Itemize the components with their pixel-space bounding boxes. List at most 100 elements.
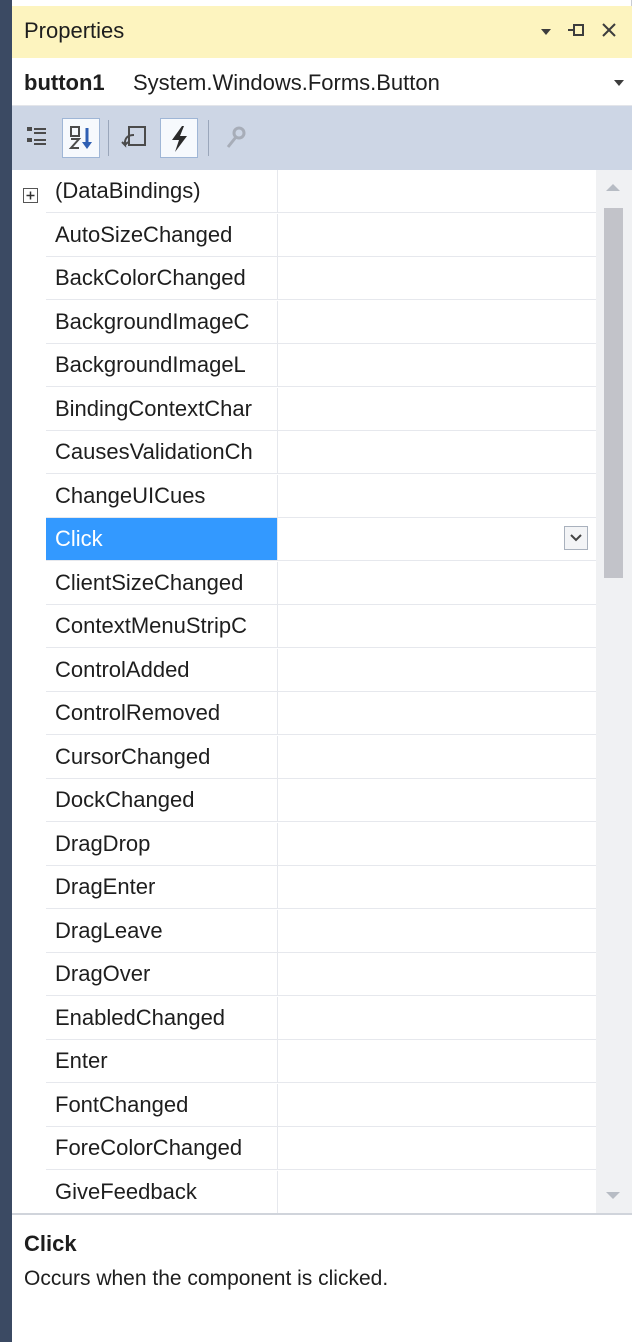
pin-icon[interactable]	[564, 16, 590, 46]
property-value[interactable]	[278, 692, 596, 734]
property-value[interactable]	[278, 605, 596, 647]
property-value[interactable]	[278, 431, 596, 473]
property-name[interactable]: DragOver	[46, 953, 278, 995]
property-pages-button[interactable]	[216, 118, 254, 158]
property-value[interactable]	[278, 1040, 596, 1082]
property-name[interactable]: CursorChanged	[46, 736, 278, 778]
scroll-thumb[interactable]	[604, 208, 623, 578]
dropdown-icon[interactable]	[533, 16, 559, 46]
property-value[interactable]	[278, 866, 596, 908]
property-row[interactable]: DragLeave	[46, 910, 596, 953]
events-button[interactable]	[160, 118, 198, 158]
property-row[interactable]: CausesValidationCh	[46, 431, 596, 474]
property-name[interactable]: FontChanged	[46, 1084, 278, 1126]
property-row[interactable]: BackgroundImageC	[46, 301, 596, 344]
scroll-down-icon[interactable]	[606, 1192, 620, 1199]
close-icon[interactable]	[596, 16, 622, 46]
description-pane: Click Occurs when the component is click…	[12, 1213, 632, 1342]
property-value[interactable]	[278, 823, 596, 865]
property-row[interactable]: Enter	[46, 1040, 596, 1083]
property-value[interactable]	[278, 388, 596, 430]
property-name[interactable]: BackColorChanged	[46, 257, 278, 299]
window-edge	[0, 0, 12, 1342]
property-row[interactable]: DragOver	[46, 953, 596, 996]
property-value[interactable]	[278, 344, 596, 386]
property-value[interactable]	[278, 779, 596, 821]
property-name[interactable]: BackgroundImageC	[46, 301, 278, 343]
property-row[interactable]: ControlRemoved	[46, 692, 596, 735]
chevron-down-icon[interactable]	[614, 80, 624, 86]
toolbar	[12, 106, 632, 170]
property-name[interactable]: DockChanged	[46, 779, 278, 821]
property-name[interactable]: BackgroundImageL	[46, 344, 278, 386]
object-type: System.Windows.Forms.Button	[133, 70, 440, 95]
toolbar-separator	[108, 120, 109, 156]
property-value[interactable]	[278, 910, 596, 952]
property-row[interactable]: FontChanged	[46, 1084, 596, 1127]
property-value[interactable]	[278, 997, 596, 1039]
property-name[interactable]: EnabledChanged	[46, 997, 278, 1039]
property-row[interactable]: AutoSizeChanged	[46, 214, 596, 257]
vertical-scrollbar[interactable]	[596, 170, 632, 1213]
property-name[interactable]: ClientSizeChanged	[46, 562, 278, 604]
property-name[interactable]: DragDrop	[46, 823, 278, 865]
property-row[interactable]: BindingContextChar	[46, 388, 596, 431]
scroll-up-icon[interactable]	[606, 184, 620, 191]
property-name[interactable]: (DataBindings)	[46, 170, 278, 212]
property-value[interactable]	[278, 1171, 596, 1213]
property-value[interactable]	[278, 1084, 596, 1126]
object-selector[interactable]: button1 System.Windows.Forms.Button	[12, 58, 632, 106]
property-row[interactable]: ContextMenuStripC	[46, 605, 596, 648]
property-value[interactable]	[278, 301, 596, 343]
grid-gutter	[12, 170, 46, 1213]
property-name[interactable]: BindingContextChar	[46, 388, 278, 430]
property-value[interactable]	[278, 1127, 596, 1169]
property-row[interactable]: (DataBindings)	[46, 170, 596, 213]
property-value[interactable]	[278, 475, 596, 517]
property-value[interactable]	[278, 170, 596, 212]
properties-button[interactable]	[116, 118, 154, 158]
chevron-down-icon[interactable]	[564, 526, 588, 550]
property-value[interactable]	[278, 953, 596, 995]
expand-icon[interactable]	[23, 188, 38, 203]
property-value[interactable]	[278, 649, 596, 691]
property-row[interactable]: EnabledChanged	[46, 997, 596, 1040]
property-name[interactable]: AutoSizeChanged	[46, 214, 278, 256]
property-value[interactable]	[278, 257, 596, 299]
property-name[interactable]: DragLeave	[46, 910, 278, 952]
property-row[interactable]: Click	[46, 518, 596, 561]
properties-icon	[121, 126, 146, 148]
property-value[interactable]	[278, 562, 596, 604]
property-value[interactable]	[278, 518, 596, 560]
property-value[interactable]	[278, 736, 596, 778]
categorized-button[interactable]	[20, 118, 58, 158]
alphabetical-button[interactable]	[62, 118, 100, 158]
property-row[interactable]: DockChanged	[46, 779, 596, 822]
property-value[interactable]	[278, 214, 596, 256]
property-row[interactable]: DragEnter	[46, 866, 596, 909]
property-row[interactable]: BackColorChanged	[46, 257, 596, 300]
property-row[interactable]: BackgroundImageL	[46, 344, 596, 387]
property-row[interactable]: ForeColorChanged	[46, 1127, 596, 1170]
property-row[interactable]: ChangeUICues	[46, 475, 596, 518]
property-name[interactable]: ControlAdded	[46, 649, 278, 691]
property-row[interactable]: ControlAdded	[46, 649, 596, 692]
property-row[interactable]: ClientSizeChanged	[46, 562, 596, 605]
property-grid: (DataBindings) AutoSizeChanged BackColorCh…	[12, 170, 596, 1213]
property-name[interactable]: GiveFeedback	[46, 1171, 278, 1213]
property-name[interactable]: ContextMenuStripC	[46, 605, 278, 647]
property-pages-icon	[226, 126, 246, 148]
property-name[interactable]: DragEnter	[46, 866, 278, 908]
property-row[interactable]: DragDrop	[46, 823, 596, 866]
title-bar: Properties	[12, 6, 632, 58]
categorized-icon	[27, 127, 46, 145]
property-name[interactable]: Click	[46, 518, 278, 560]
property-name[interactable]: ForeColorChanged	[46, 1127, 278, 1169]
property-row[interactable]: GiveFeedback	[46, 1171, 596, 1213]
toolbar-separator	[208, 120, 209, 156]
property-name[interactable]: ChangeUICues	[46, 475, 278, 517]
property-row[interactable]: CursorChanged	[46, 736, 596, 779]
property-name[interactable]: CausesValidationCh	[46, 431, 278, 473]
property-name[interactable]: Enter	[46, 1040, 278, 1082]
property-name[interactable]: ControlRemoved	[46, 692, 278, 734]
